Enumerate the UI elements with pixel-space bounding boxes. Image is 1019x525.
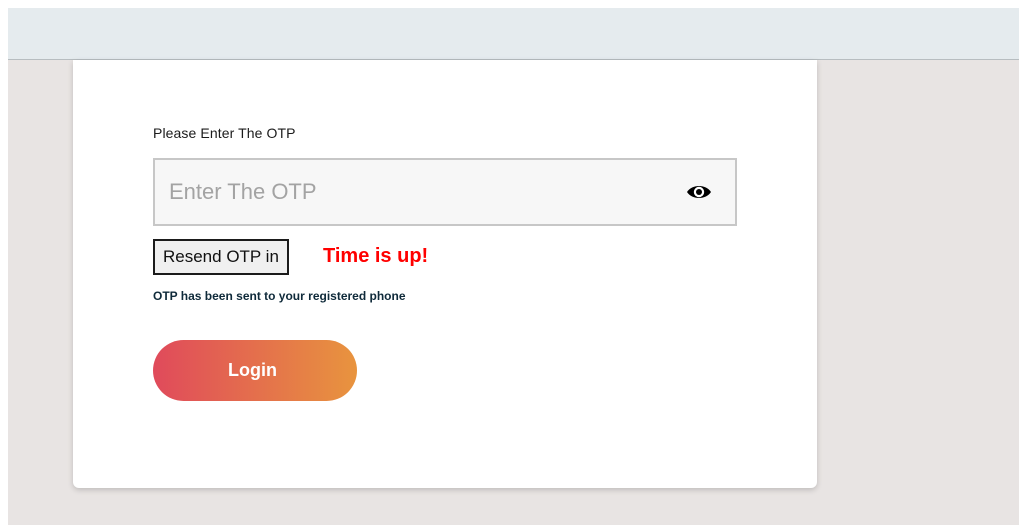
otp-card: Please Enter The OTP Resend OTP in Time … bbox=[73, 60, 817, 488]
login-button[interactable]: Login bbox=[153, 340, 357, 401]
top-bar bbox=[8, 8, 1019, 60]
timer-status: Time is up! bbox=[323, 245, 429, 267]
resend-otp-button[interactable]: Resend OTP in bbox=[153, 239, 289, 275]
otp-label: Please Enter The OTP bbox=[153, 125, 296, 141]
eye-icon[interactable] bbox=[685, 180, 713, 204]
otp-sent-note: OTP has been sent to your registered pho… bbox=[153, 289, 406, 303]
page-viewport: Please Enter The OTP Resend OTP in Time … bbox=[8, 8, 1019, 525]
otp-input[interactable] bbox=[155, 160, 675, 224]
otp-field[interactable] bbox=[153, 158, 737, 226]
